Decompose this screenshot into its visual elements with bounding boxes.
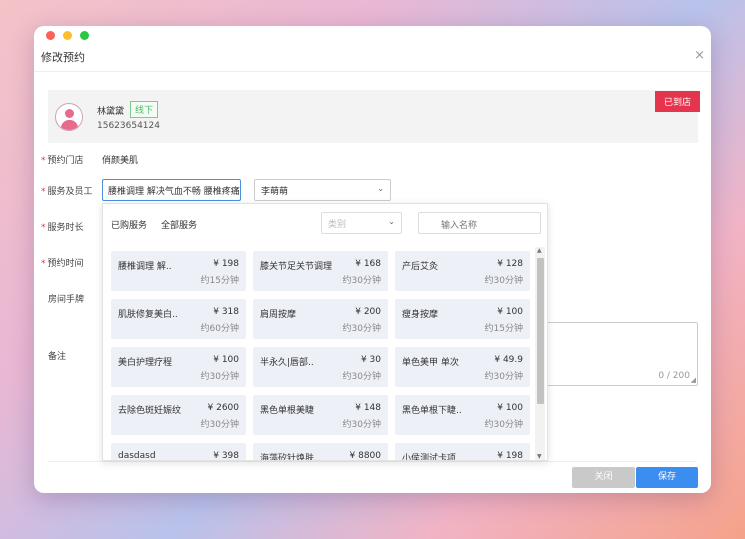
service-name: dasdasd — [118, 451, 156, 461]
service-card[interactable]: 去除色斑妊娠纹 ¥ 2600 约30分钟 — [111, 395, 246, 435]
service-price: ¥ 168 — [355, 259, 381, 269]
service-duration: 约15分钟 — [200, 276, 239, 286]
service-duration: 约30分钟 — [484, 276, 523, 286]
service-input[interactable]: 腰椎调理 解决气血不畅 腰椎疼痛 — [102, 179, 241, 201]
customer-source-badge: 线下 — [130, 101, 159, 118]
service-card[interactable]: 美白护理疗程 ¥ 100 约30分钟 — [111, 347, 246, 387]
appointment-dialog-window: 修改预约 × 林黛黛 线下 15623654124 已到店 * 预约门店 俏颜美肌… — [34, 26, 711, 493]
title-divider — [34, 71, 711, 72]
service-card[interactable]: 小侯测试卡项 ¥ 198 — [395, 443, 530, 461]
service-price: ¥ 198 — [213, 259, 239, 269]
category-placeholder: 类别 — [328, 220, 347, 230]
window-controls — [46, 31, 89, 40]
service-duration: 约30分钟 — [200, 372, 239, 382]
service-price: ¥ 2600 — [207, 403, 240, 413]
tab-purchased-services[interactable]: 已购服务 — [111, 218, 147, 231]
service-price: ¥ 128 — [497, 259, 523, 269]
service-duration: 约30分钟 — [484, 372, 523, 382]
scrollbar-thumb[interactable] — [537, 258, 544, 404]
store-label: * 预约门店 — [41, 156, 84, 166]
service-name: 去除色斑妊娠纹 — [118, 406, 182, 416]
service-card[interactable]: 黑色单根下睫.. ¥ 100 约30分钟 — [395, 395, 530, 435]
service-name: 肌肤修复美白.. — [118, 310, 178, 320]
service-name: 产后艾灸 — [402, 262, 439, 272]
dialog-title: 修改预约 — [41, 51, 85, 64]
service-price: ¥ 318 — [213, 307, 239, 317]
service-card[interactable]: 黑色单根美睫 ¥ 148 约30分钟 — [253, 395, 388, 435]
customer-name: 林黛黛 — [97, 107, 125, 117]
service-name: 半永久|唇部.. — [260, 358, 314, 368]
minimize-window-dot-icon[interactable] — [63, 31, 72, 40]
service-dropdown-panel: 已购服务 全部服务 类别 ⌄ 腰椎调理 解.. ¥ 198 约15分钟 膝关节足关节调… — [102, 203, 548, 461]
service-card[interactable]: 肩周按摩 ¥ 200 约30分钟 — [253, 299, 388, 339]
staff-select-value: 李萌萌 — [261, 187, 289, 197]
service-name: 瘦身按摩 — [402, 310, 439, 320]
service-price: ¥ 30 — [360, 355, 381, 365]
service-card[interactable]: dasdasd ¥ 398 — [111, 443, 246, 461]
service-name: 腰椎调理 解.. — [118, 262, 172, 272]
service-duration: 约30分钟 — [342, 420, 381, 430]
service-duration: 约30分钟 — [342, 276, 381, 286]
service-duration: 约30分钟 — [342, 324, 381, 334]
service-duration: 约30分钟 — [484, 420, 523, 430]
room-label: 房间手牌 — [48, 295, 85, 305]
service-price: ¥ 200 — [355, 307, 381, 317]
scroll-down-arrow-icon[interactable]: ▼ — [537, 453, 542, 460]
remark-char-count: 0 / 200 — [658, 371, 690, 381]
scroll-up-arrow-icon[interactable]: ▲ — [537, 247, 542, 254]
store-value: 俏颜美肌 — [102, 156, 139, 166]
service-name: 单色美甲 单次 — [402, 358, 459, 368]
chevron-down-icon: ⌄ — [377, 184, 384, 193]
service-card[interactable]: 海藻矽针焕肤.. ¥ 8800 — [253, 443, 388, 461]
duration-label: * 服务时长 — [41, 223, 84, 233]
service-duration: 约60分钟 — [200, 324, 239, 334]
service-card[interactable]: 半永久|唇部.. ¥ 30 约30分钟 — [253, 347, 388, 387]
service-price: ¥ 8800 — [349, 451, 382, 461]
footer-divider — [48, 461, 697, 462]
service-price: ¥ 100 — [213, 355, 239, 365]
service-price: ¥ 198 — [497, 451, 523, 461]
resize-grip-icon[interactable]: ◢ — [691, 376, 696, 384]
service-name: 小侯测试卡项 — [402, 454, 457, 461]
service-price: ¥ 100 — [497, 403, 523, 413]
customer-card: 林黛黛 线下 15623654124 已到店 — [48, 90, 700, 143]
service-card[interactable]: 腰椎调理 解.. ¥ 198 约15分钟 — [111, 251, 246, 291]
service-duration: 约30分钟 — [342, 372, 381, 382]
close-icon[interactable]: × — [694, 48, 705, 63]
service-name: 黑色单根下睫.. — [402, 406, 462, 416]
customer-phone: 15623654124 — [97, 121, 160, 131]
service-card[interactable]: 肌肤修复美白.. ¥ 318 约60分钟 — [111, 299, 246, 339]
service-card[interactable]: 单色美甲 单次 ¥ 49.9 约30分钟 — [395, 347, 530, 387]
service-card[interactable]: 产后艾灸 ¥ 128 约30分钟 — [395, 251, 530, 291]
category-select[interactable]: 类别 ⌄ — [321, 212, 402, 234]
service-price: ¥ 148 — [355, 403, 381, 413]
service-card[interactable]: 膝关节足关节调理 ¥ 168 约30分钟 — [253, 251, 388, 291]
staff-select[interactable]: 李萌萌 ⌄ — [254, 179, 391, 201]
close-button[interactable]: 关闭 — [572, 467, 635, 488]
service-card[interactable]: 瘦身按摩 ¥ 100 约15分钟 — [395, 299, 530, 339]
service-name: 膝关节足关节调理 — [260, 262, 333, 272]
service-name: 海藻矽针焕肤.. — [260, 454, 320, 461]
service-price: ¥ 100 — [497, 307, 523, 317]
remark-label: 备注 — [48, 352, 67, 362]
service-duration: 约15分钟 — [484, 324, 523, 334]
maximize-window-dot-icon[interactable] — [80, 31, 89, 40]
service-price: ¥ 398 — [213, 451, 239, 461]
service-search-input[interactable] — [418, 212, 541, 234]
avatar — [55, 103, 83, 131]
service-name: 黑色单根美睫 — [260, 406, 315, 416]
service-name: 肩周按摩 — [260, 310, 297, 320]
save-button[interactable]: 保存 — [636, 467, 698, 488]
service-duration: 约30分钟 — [200, 420, 239, 430]
arrived-button[interactable]: 已到店 — [654, 91, 700, 112]
tab-all-services[interactable]: 全部服务 — [161, 218, 197, 231]
chevron-down-icon: ⌄ — [388, 217, 395, 226]
service-price: ¥ 49.9 — [494, 355, 523, 365]
close-window-dot-icon[interactable] — [46, 31, 55, 40]
service-name: 美白护理疗程 — [118, 358, 173, 368]
service-staff-label: * 服务及员工 — [41, 187, 93, 197]
time-label: * 预约时间 — [41, 259, 84, 269]
